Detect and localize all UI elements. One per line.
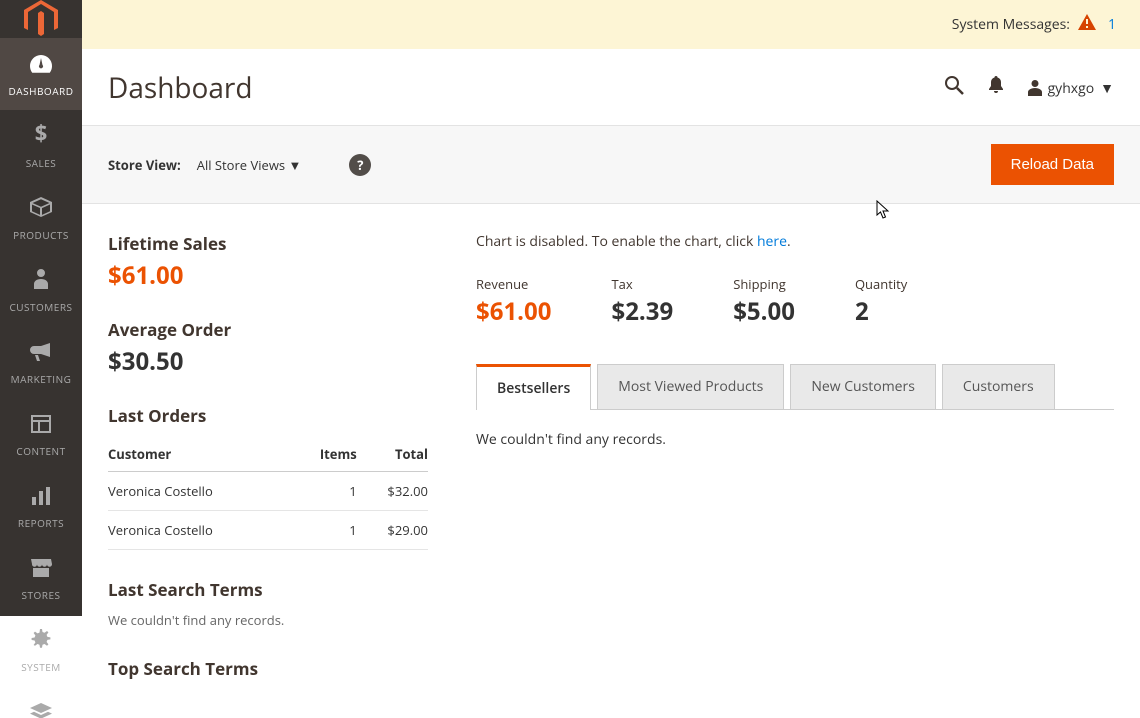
- user-menu[interactable]: gyhxgo ▼: [1028, 79, 1114, 98]
- system-messages-bar[interactable]: System Messages: 1: [82, 0, 1140, 49]
- col-items: Items: [292, 437, 357, 472]
- metric-shipping: Shipping $5.00: [733, 275, 795, 328]
- last-search-title: Last Search Terms: [108, 578, 428, 601]
- nav-marketing[interactable]: MARKETING: [0, 326, 82, 398]
- svg-text:$: $: [35, 123, 48, 145]
- tab-content-empty: We couldn't find any records.: [476, 410, 1114, 469]
- user-name: gyhxgo: [1048, 79, 1095, 98]
- enable-chart-link[interactable]: here: [757, 232, 787, 251]
- nav-label: PRODUCTS: [13, 228, 69, 242]
- lifetime-sales-title: Lifetime Sales: [108, 232, 428, 255]
- nav-label: SALES: [26, 156, 57, 170]
- metric-tax: Tax $2.39: [611, 275, 673, 328]
- average-order-title: Average Order: [108, 318, 428, 341]
- last-orders-table: Customer Items Total Veronica Costello 1…: [108, 437, 428, 550]
- admin-sidebar: DASHBOARD $ SALES PRODUCTS CUSTOMERS MAR…: [0, 0, 82, 616]
- layout-icon: [31, 410, 51, 440]
- tab-new-customers[interactable]: New Customers: [790, 364, 936, 409]
- nav-sales[interactable]: $ SALES: [0, 110, 82, 182]
- metric-revenue: Revenue $61.00: [476, 275, 551, 328]
- system-messages-count: 1: [1108, 15, 1116, 34]
- chevron-down-icon: ▼: [288, 156, 301, 174]
- nav-label: CUSTOMERS: [9, 300, 72, 314]
- storefront-icon: [30, 554, 52, 584]
- metric-quantity: Quantity 2: [855, 275, 907, 328]
- nav-reports[interactable]: REPORTS: [0, 470, 82, 542]
- nav-label: CONTENT: [16, 444, 65, 458]
- page-title: Dashboard: [108, 69, 253, 107]
- bullhorn-icon: [30, 338, 52, 368]
- tab-most-viewed[interactable]: Most Viewed Products: [597, 364, 784, 409]
- nav-products[interactable]: PRODUCTS: [0, 182, 82, 254]
- dashboard-icon: [30, 50, 52, 80]
- reload-data-button[interactable]: Reload Data: [991, 144, 1114, 185]
- last-orders-title: Last Orders: [108, 404, 428, 427]
- col-total: Total: [357, 437, 428, 472]
- warning-icon: [1078, 14, 1096, 35]
- table-row[interactable]: Veronica Costello 1 $32.00: [108, 472, 428, 511]
- nav-label: REPORTS: [18, 516, 64, 530]
- bars-icon: [31, 482, 51, 512]
- nav-customers[interactable]: CUSTOMERS: [0, 254, 82, 326]
- last-search-empty: We couldn't find any records.: [108, 611, 428, 629]
- dashboard-tabs: Bestsellers Most Viewed Products New Cus…: [476, 364, 1114, 410]
- dollar-icon: $: [34, 122, 48, 152]
- nav-stores[interactable]: STORES: [0, 542, 82, 614]
- person-icon: [34, 266, 48, 296]
- magento-logo[interactable]: [0, 0, 82, 38]
- store-view-label: Store View:: [108, 156, 181, 174]
- nav-dashboard[interactable]: DASHBOARD: [0, 38, 82, 110]
- table-row[interactable]: Veronica Costello 1 $29.00: [108, 511, 428, 550]
- nav-label: MARKETING: [11, 372, 72, 386]
- tab-bestsellers[interactable]: Bestsellers: [476, 364, 591, 410]
- notifications-icon[interactable]: [988, 76, 1004, 100]
- help-icon[interactable]: ?: [349, 154, 371, 176]
- nav-label: DASHBOARD: [9, 84, 74, 98]
- nav-label: STORES: [22, 588, 61, 602]
- top-search-title: Top Search Terms: [108, 657, 428, 680]
- chart-disabled-note: Chart is disabled. To enable the chart, …: [476, 232, 1114, 251]
- page-header: Dashboard gyhxgo ▼: [82, 49, 1140, 125]
- search-icon[interactable]: [944, 75, 964, 101]
- store-view-select[interactable]: All Store Views ▼: [197, 156, 302, 174]
- chevron-down-icon: ▼: [1100, 79, 1114, 98]
- nav-content[interactable]: CONTENT: [0, 398, 82, 470]
- lifetime-sales-value: $61.00: [108, 259, 428, 292]
- tab-customers[interactable]: Customers: [942, 364, 1055, 409]
- average-order-value: $30.50: [108, 345, 428, 378]
- system-messages-label: System Messages:: [952, 15, 1070, 34]
- toolbar: Store View: All Store Views ▼ ? Reload D…: [82, 125, 1140, 204]
- user-icon: [1028, 80, 1042, 96]
- box-icon: [30, 194, 52, 224]
- col-customer: Customer: [108, 437, 292, 472]
